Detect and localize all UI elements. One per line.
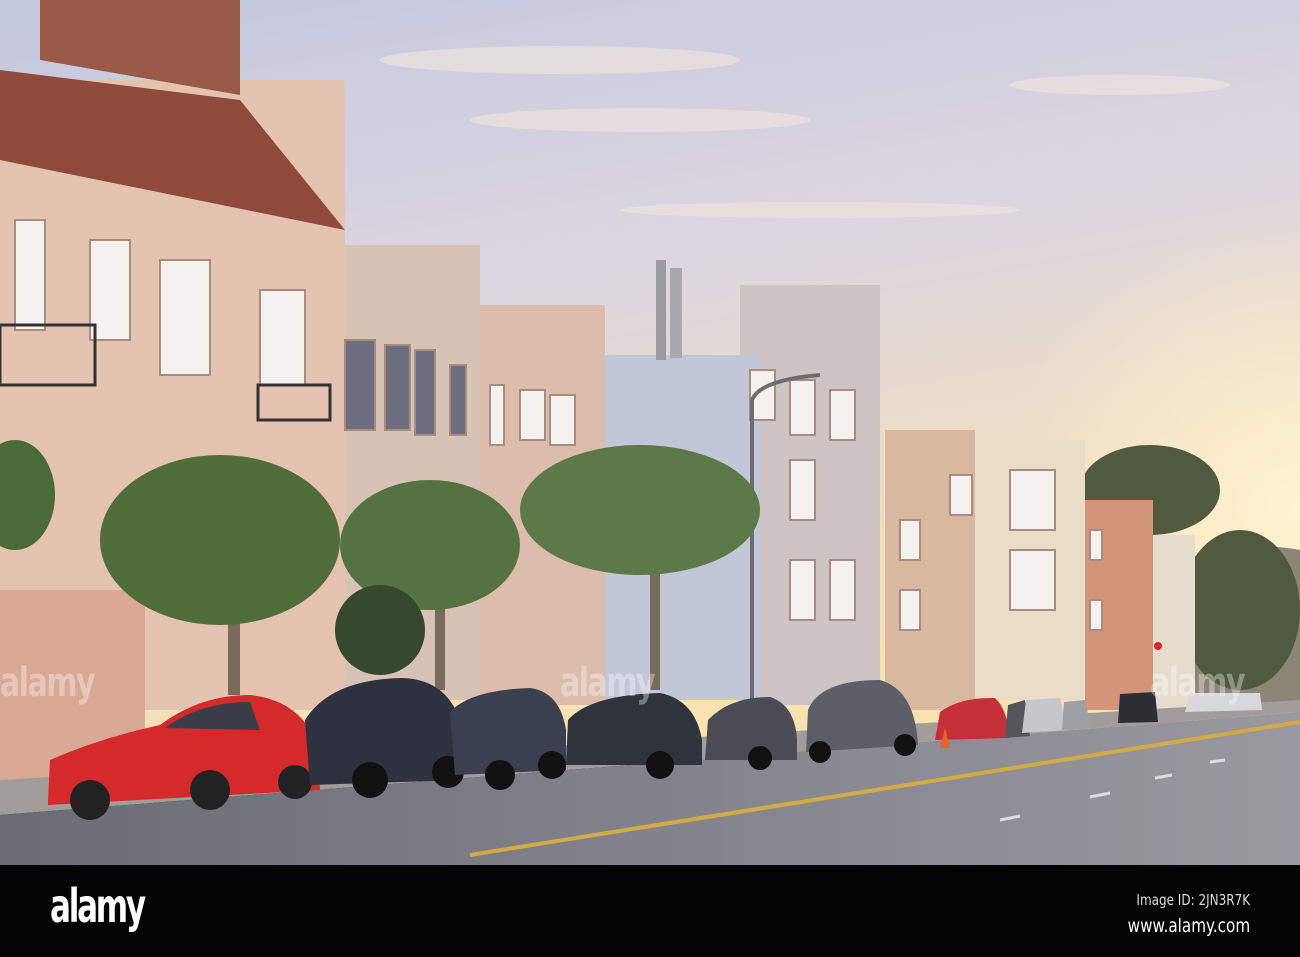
car-far-2 <box>1022 698 1068 733</box>
traffic-light <box>1154 642 1162 650</box>
watermark-overlay: alamy <box>1150 660 1246 706</box>
building-tan <box>885 430 975 710</box>
watermark-footer: alamy Image ID: 2JN3R7K www.alamy.com <box>0 865 1300 957</box>
street-photo <box>0 0 1300 865</box>
alamy-logo: alamy <box>50 879 146 933</box>
image-id: Image ID: 2JN3R7K <box>1136 891 1250 909</box>
website-link: www.alamy.com <box>1127 915 1250 937</box>
chimney <box>656 260 666 360</box>
watermark-overlay: alamy <box>0 660 96 706</box>
chimney <box>670 268 682 358</box>
watermark-overlay: alamy <box>560 660 656 706</box>
